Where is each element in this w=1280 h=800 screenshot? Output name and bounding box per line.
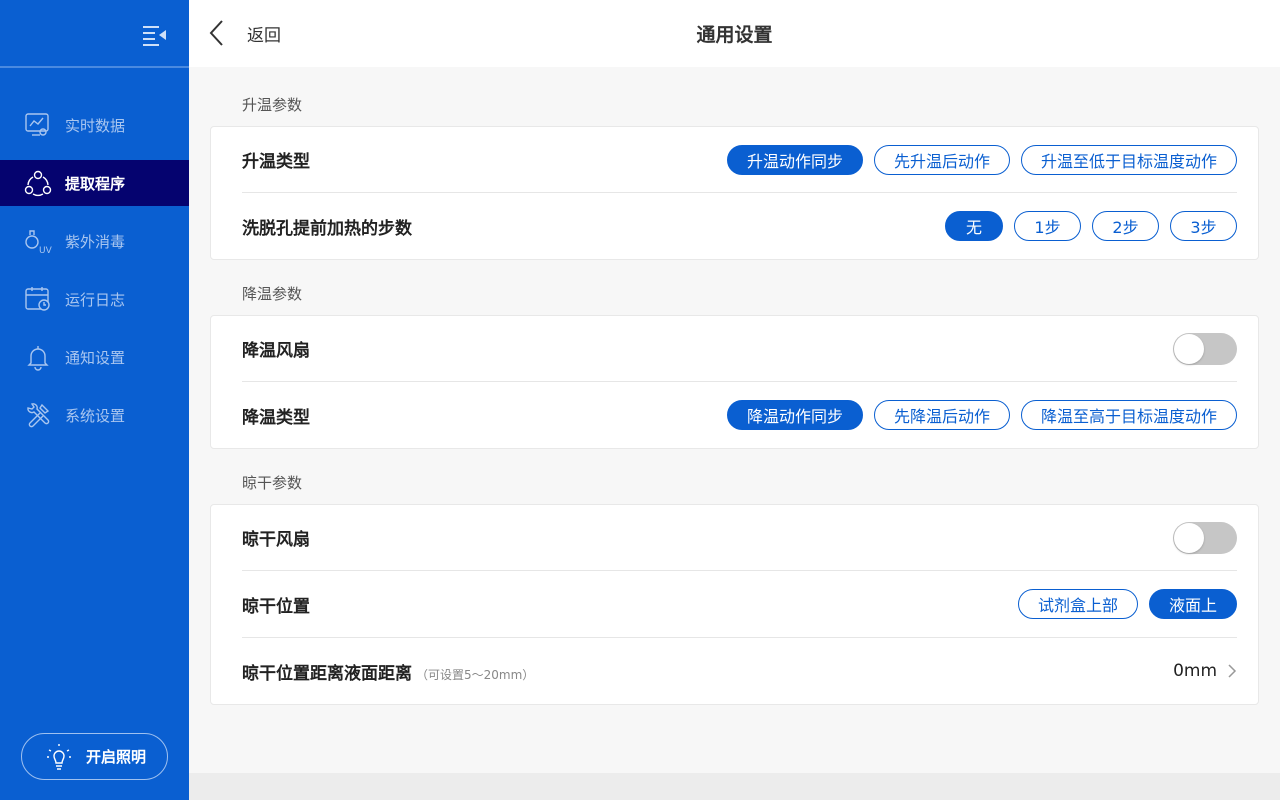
top-header: 返回 通用设置	[189, 0, 1280, 67]
heating-type-label: 升温类型	[242, 152, 310, 172]
preheat-option-2[interactable]: 2步	[1092, 211, 1159, 241]
heating-type-option-sync[interactable]: 升温动作同步	[726, 144, 863, 175]
section-title-heating: 升温参数	[242, 96, 303, 114]
sidebar-item-notification-settings[interactable]: 通知设置	[0, 334, 189, 380]
sidebar-item-extract-program[interactable]: 提取程序	[0, 160, 189, 206]
drying-distance-value: 0mm	[1173, 661, 1217, 681]
cooling-type-row: 降温类型 降温动作同步 先降温后动作 降温至高于目标温度动作	[242, 382, 1237, 448]
drying-fan-label: 晾干风扇	[242, 530, 310, 550]
menu-collapse-icon[interactable]	[142, 22, 168, 48]
preheat-steps-options: 无 1步 2步 3步	[945, 211, 1237, 241]
cooling-type-option-cool-first[interactable]: 先降温后动作	[873, 400, 1010, 430]
drying-fan-row: 晾干风扇	[242, 505, 1237, 571]
sidebar: 实时数据 提取程序 UV 紫外消毒 运行日志 通知设置 系统设置 开启照明	[0, 0, 189, 800]
sidebar-item-label: 系统设置	[65, 406, 126, 425]
sidebar-item-system-settings[interactable]: 系统设置	[0, 392, 189, 438]
sidebar-item-uv-disinfect[interactable]: UV 紫外消毒	[0, 218, 189, 264]
heating-type-option-heat-first[interactable]: 先升温后动作	[873, 144, 1010, 175]
lighting-toggle-button[interactable]: 开启照明	[21, 733, 168, 780]
sidebar-item-realtime-data[interactable]: 实时数据	[0, 102, 189, 148]
cooling-fan-row: 降温风扇	[242, 316, 1237, 382]
lightbulb-icon	[44, 742, 74, 772]
preheat-steps-row: 洗脱孔提前加热的步数 无 1步 2步 3步	[242, 193, 1237, 259]
drying-position-options: 试剂盒上部 液面上	[1017, 589, 1237, 619]
sidebar-item-run-log[interactable]: 运行日志	[0, 276, 189, 322]
toggle-knob	[1174, 522, 1204, 553]
heating-type-option-below-target[interactable]: 升温至低于目标温度动作	[1020, 144, 1237, 175]
drying-distance-label-text: 晾干位置距离液面距离	[242, 663, 412, 684]
page-title: 通用设置	[696, 24, 773, 46]
drying-fan-toggle[interactable]	[1173, 521, 1237, 554]
sidebar-header	[0, 0, 189, 68]
settings-content: 升温参数 升温类型 升温动作同步 先升温后动作 升温至低于目标温度动作 洗脱孔提…	[189, 67, 1280, 773]
drying-card: 晾干风扇 晾干位置 试剂盒上部 液面上 晾干位置距离液面距离 （可设置5～20mm…	[210, 504, 1259, 705]
heating-card: 升温类型 升温动作同步 先升温后动作 升温至低于目标温度动作 洗脱孔提前加热的步…	[210, 126, 1259, 260]
drying-position-label: 晾干位置	[242, 596, 310, 617]
section-title-drying: 晾干参数	[242, 474, 303, 492]
footer-strip	[189, 773, 1280, 800]
drying-distance-hint: （可设置5～20mm）	[416, 667, 535, 682]
sidebar-nav: 实时数据 提取程序 UV 紫外消毒 运行日志 通知设置 系统设置	[0, 102, 189, 450]
cooling-fan-label: 降温风扇	[242, 341, 310, 361]
bell-icon	[23, 342, 53, 372]
cooling-type-option-sync[interactable]: 降温动作同步	[726, 400, 863, 430]
drying-position-option-kit-top[interactable]: 试剂盒上部	[1017, 589, 1138, 619]
svg-text:UV: UV	[39, 246, 53, 256]
sidebar-item-label: 运行日志	[65, 290, 126, 309]
sidebar-item-label: 实时数据	[65, 116, 126, 135]
drying-distance-label: 晾干位置距离液面距离 （可设置5～20mm）	[242, 659, 534, 684]
drying-position-row: 晾干位置 试剂盒上部 液面上	[242, 571, 1237, 638]
sidebar-item-label: 提取程序	[65, 174, 126, 193]
uv-disinfect-icon: UV	[23, 226, 53, 256]
cooling-fan-toggle[interactable]	[1173, 332, 1237, 365]
cooling-card: 降温风扇 降温类型 降温动作同步 先降温后动作 降温至高于目标温度动作	[210, 315, 1259, 449]
lighting-button-label: 开启照明	[86, 748, 147, 766]
cooling-type-option-above-target[interactable]: 降温至高于目标温度动作	[1020, 400, 1237, 430]
tools-icon	[23, 400, 53, 430]
drying-distance-value-wrap[interactable]: 0mm	[1173, 661, 1237, 681]
cooling-type-options: 降温动作同步 先降温后动作 降温至高于目标温度动作	[726, 400, 1237, 430]
sidebar-item-label: 通知设置	[65, 348, 126, 367]
run-log-icon	[23, 284, 53, 314]
preheat-option-1[interactable]: 1步	[1014, 211, 1081, 241]
sidebar-item-label: 紫外消毒	[65, 232, 126, 251]
extract-program-icon	[23, 168, 53, 198]
cooling-type-label: 降温类型	[242, 407, 310, 428]
preheat-option-3[interactable]: 3步	[1170, 211, 1237, 241]
heating-type-options: 升温动作同步 先升温后动作 升温至低于目标温度动作	[726, 144, 1237, 175]
preheat-option-none[interactable]: 无	[945, 211, 1003, 241]
heating-type-row: 升温类型 升温动作同步 先升温后动作 升温至低于目标温度动作	[242, 127, 1237, 193]
realtime-data-icon	[23, 110, 53, 140]
drying-position-option-above-liquid[interactable]: 液面上	[1148, 589, 1237, 619]
section-title-cooling: 降温参数	[242, 285, 303, 303]
chevron-right-icon	[1228, 664, 1237, 678]
drying-distance-row[interactable]: 晾干位置距离液面距离 （可设置5～20mm） 0mm	[242, 638, 1237, 704]
toggle-knob	[1174, 333, 1204, 364]
preheat-steps-label: 洗脱孔提前加热的步数	[242, 218, 412, 239]
